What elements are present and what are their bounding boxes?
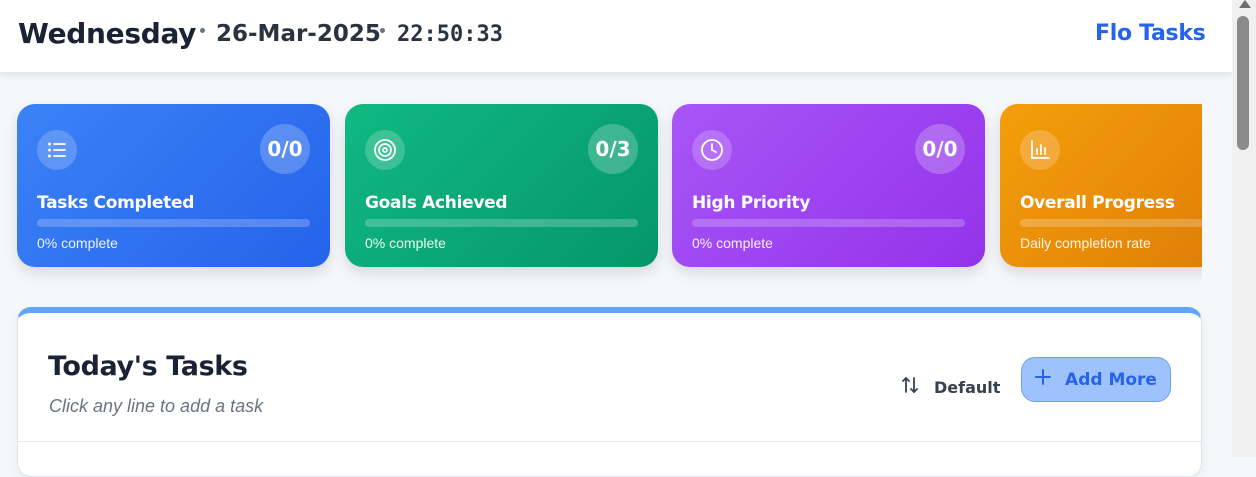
separator-dot (380, 28, 385, 33)
target-icon (365, 130, 405, 170)
stat-subtitle: 0% complete (365, 235, 446, 251)
panel-title: Today's Tasks (48, 351, 248, 382)
add-more-button[interactable]: Add More (1021, 357, 1171, 402)
scrollbar-thumb[interactable] (1237, 16, 1249, 150)
stat-count: 0/0 (915, 124, 965, 174)
progress-bar (1020, 219, 1202, 227)
stat-count: 0/3 (588, 124, 638, 174)
clock-label: 22:50:33 (397, 22, 503, 47)
stat-card-overall-progress[interactable]: Overall Progress Daily completion rate (1000, 104, 1202, 267)
page-scrollbar[interactable] (1232, 0, 1256, 457)
bar-chart-icon (1020, 130, 1060, 170)
scroll-up-arrow-icon[interactable] (1239, 0, 1251, 8)
stat-card-high-priority[interactable]: 0/0 High Priority 0% complete (672, 104, 985, 267)
stat-label: Tasks Completed (37, 193, 195, 213)
stat-subtitle: 0% complete (692, 235, 773, 251)
progress-bar (365, 219, 638, 227)
panel-hint: Click any line to add a task (49, 396, 264, 416)
stat-count: 0/0 (260, 124, 310, 174)
stat-subtitle: Daily completion rate (1020, 235, 1151, 251)
stat-subtitle: 0% complete (37, 235, 118, 251)
stat-label: Goals Achieved (365, 193, 508, 213)
add-more-label: Add More (1065, 369, 1157, 390)
weekday-label: Wednesday (18, 17, 197, 50)
date-label: 26-Mar-2025 (216, 21, 381, 47)
separator-dot (200, 28, 205, 33)
sort-arrows-icon (900, 375, 920, 400)
sort-toggle[interactable]: Default (900, 373, 1000, 401)
app-brand[interactable]: Flo Tasks (1095, 21, 1206, 46)
progress-bar (692, 219, 965, 227)
clock-icon (692, 130, 732, 170)
panel-divider (18, 441, 1201, 442)
progress-bar (37, 219, 310, 227)
stat-card-goals-achieved[interactable]: 0/3 Goals Achieved 0% complete (345, 104, 658, 267)
stat-label: High Priority (692, 193, 811, 213)
top-header: Wednesday 26-Mar-2025 22:50:33 Flo Tasks (0, 0, 1232, 73)
list-icon (37, 130, 77, 170)
stat-label: Overall Progress (1020, 193, 1175, 213)
tasks-panel: Today's Tasks Click any line to add a ta… (17, 307, 1202, 477)
stats-cards-row: 0/0 Tasks Completed 0% complete 0/3 Goal… (0, 73, 1202, 293)
plus-icon (1035, 369, 1052, 390)
sort-label: Default (934, 377, 1001, 397)
stat-card-tasks-completed[interactable]: 0/0 Tasks Completed 0% complete (17, 104, 330, 267)
